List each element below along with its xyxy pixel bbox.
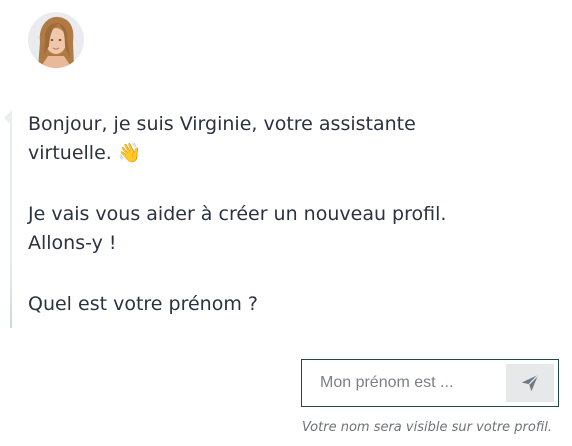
first-name-input[interactable] [302, 360, 508, 405]
send-button[interactable] [506, 364, 554, 402]
message-question: Quel est votre prénom ? [28, 293, 258, 315]
assistant-message-text: Bonjour, je suis Virginie, votre assista… [28, 110, 446, 319]
message-line: Allons-y ! [28, 229, 446, 258]
assistant-avatar-photo [28, 12, 84, 68]
message-greeting-line1: Bonjour, je suis Virginie, votre assista… [28, 113, 416, 135]
message-line: Quel est votre prénom ? [28, 290, 446, 319]
bubble-border-line [10, 112, 12, 328]
message-line: Bonjour, je suis Virginie, votre assista… [28, 110, 446, 139]
message-intro-line2: Allons-y ! [28, 232, 117, 254]
message-greeting-line2: virtuelle. [28, 142, 112, 164]
assistant-avatar [28, 12, 84, 68]
send-icon [521, 374, 539, 392]
name-visibility-hint: Votre nom sera visible sur votre profil. [302, 420, 552, 435]
waving-hand-icon: 👋 [117, 142, 142, 164]
bubble-tail [4, 110, 12, 126]
assistant-message-bubble: Bonjour, je suis Virginie, votre assista… [4, 98, 480, 330]
message-line: Je vais vous aider à créer un nouveau pr… [28, 200, 446, 229]
first-name-input-group [301, 359, 559, 407]
message-line: virtuelle. 👋 [28, 139, 446, 168]
message-intro-line1: Je vais vous aider à créer un nouveau pr… [28, 203, 447, 225]
